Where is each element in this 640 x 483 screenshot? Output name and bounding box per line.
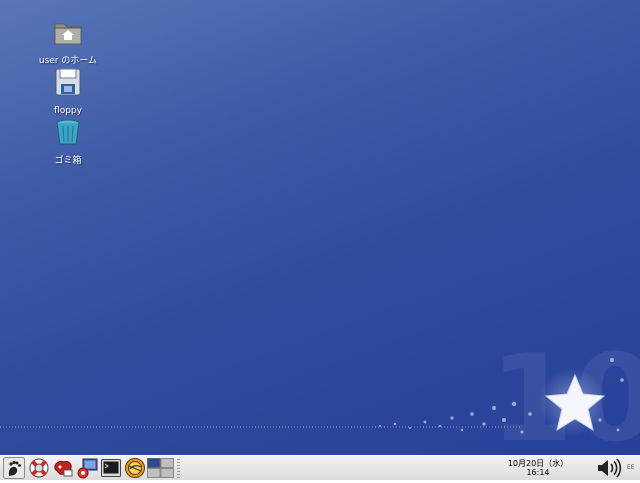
speaker-volume-icon xyxy=(598,458,622,478)
web-browser-icon xyxy=(125,458,145,478)
desktop-icon-floppy[interactable]: floppy xyxy=(28,66,108,117)
volume-control[interactable] xyxy=(596,457,622,479)
home-folder-icon xyxy=(54,23,82,45)
floppy-disk-icon xyxy=(55,68,81,96)
workspace-switcher[interactable] xyxy=(147,457,174,479)
help-lifebuoy-icon xyxy=(29,458,49,478)
panel-clock[interactable]: 10月20日（水） 16:14 xyxy=(505,459,571,477)
desktop-icon-home[interactable]: user のホーム xyxy=(28,16,108,67)
mail-launcher[interactable] xyxy=(52,457,74,479)
clock-date: 10月20日（水） xyxy=(507,459,569,468)
desktop-icon-trash[interactable]: ゴミ箱 xyxy=(28,116,108,167)
network-computer-icon xyxy=(77,458,98,479)
terminal-icon xyxy=(101,459,121,477)
keyboard-indicator[interactable]: EE xyxy=(627,464,635,471)
main-menu-button[interactable] xyxy=(3,457,25,479)
mail-icon xyxy=(54,460,73,477)
main-menu-foot-icon xyxy=(3,457,25,479)
network-launcher[interactable] xyxy=(76,457,98,479)
web-browser-launcher[interactable] xyxy=(124,457,146,479)
terminal-launcher[interactable] xyxy=(100,457,122,479)
panel-grip-handle[interactable] xyxy=(177,459,180,478)
desktop-icon-label: ゴミ箱 xyxy=(54,156,82,166)
trash-icon xyxy=(56,119,80,145)
workspace-switcher-icon xyxy=(147,458,174,478)
bottom-panel: 10月20日（水） 16:14 EE xyxy=(0,455,640,480)
help-launcher[interactable] xyxy=(28,457,50,479)
clock-time: 16:14 xyxy=(526,468,550,477)
desktop[interactable]: 10 user のホーム floppy xyxy=(0,0,640,455)
